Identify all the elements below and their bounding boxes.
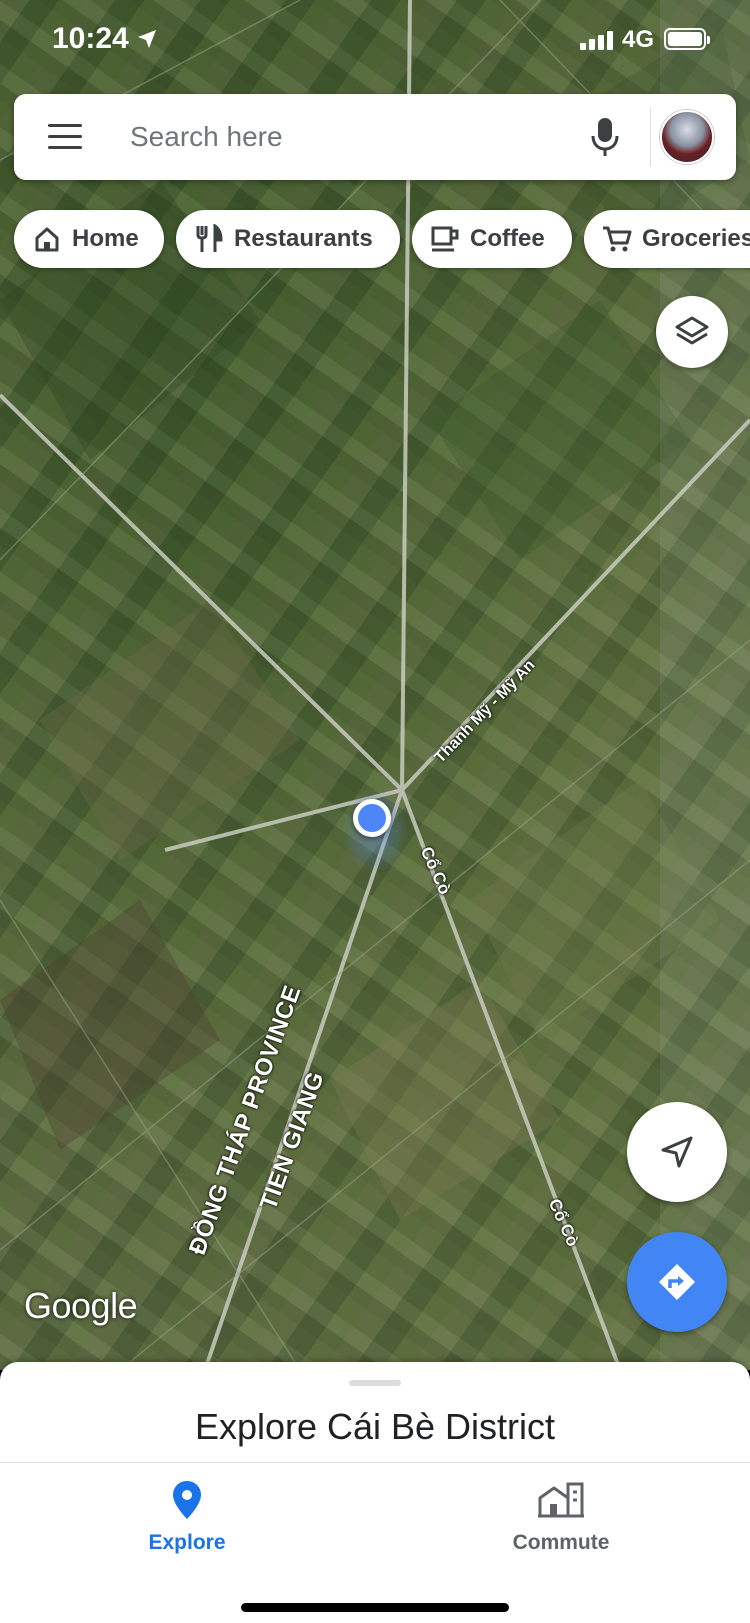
bottom-navigation: Explore Commute (0, 1462, 750, 1623)
search-input[interactable] (130, 114, 570, 160)
directions-icon (659, 1264, 695, 1300)
location-arrow-icon (138, 30, 156, 48)
category-chips: Home Restaurants Coffee Groceries (14, 210, 750, 268)
account-avatar[interactable] (660, 110, 714, 164)
cellular-signal-icon (580, 31, 613, 50)
chip-home[interactable]: Home (14, 210, 164, 268)
microphone-icon[interactable] (590, 116, 620, 158)
directions-button[interactable] (627, 1232, 727, 1332)
home-icon (32, 224, 62, 254)
nav-tab-commute[interactable]: Commute (461, 1479, 661, 1555)
chip-label: Coffee (470, 225, 545, 252)
status-bar: 10:24 4G (0, 0, 750, 88)
sheet-title: Explore Cái Bè District (194, 1406, 556, 1447)
navigation-arrow-icon (661, 1136, 693, 1168)
battery-icon (664, 28, 710, 50)
commute-buildings-icon (538, 1482, 584, 1518)
chip-label: Restaurants (234, 225, 373, 252)
home-indicator[interactable] (241, 1603, 509, 1612)
layers-icon (675, 316, 709, 345)
chip-groceries[interactable]: Groceries (584, 210, 750, 268)
current-location-dot[interactable] (353, 799, 391, 837)
explore-bottom-sheet[interactable]: Explore Cái Bè District (0, 1362, 750, 1462)
chip-label: Home (72, 225, 139, 252)
status-time: 10:24 (52, 22, 129, 55)
network-type: 4G (622, 26, 655, 53)
coffee-cup-icon (430, 224, 460, 254)
map-layers-button[interactable] (656, 296, 728, 368)
my-location-button[interactable] (627, 1102, 727, 1202)
google-logo: Google (24, 1285, 138, 1326)
sheet-grabber[interactable] (349, 1380, 401, 1386)
location-pin-icon (173, 1481, 201, 1519)
search-bar (14, 94, 736, 180)
search-divider (650, 108, 651, 166)
shopping-cart-icon (602, 224, 632, 254)
nav-label-explore: Explore (148, 1531, 226, 1554)
chip-coffee[interactable]: Coffee (412, 210, 572, 268)
hamburger-menu-icon[interactable] (48, 124, 82, 150)
nav-tab-explore[interactable]: Explore (87, 1479, 287, 1555)
fork-knife-icon (194, 224, 224, 254)
chip-label: Groceries (642, 225, 750, 252)
chip-restaurants[interactable]: Restaurants (176, 210, 400, 268)
nav-label-commute: Commute (512, 1531, 610, 1554)
